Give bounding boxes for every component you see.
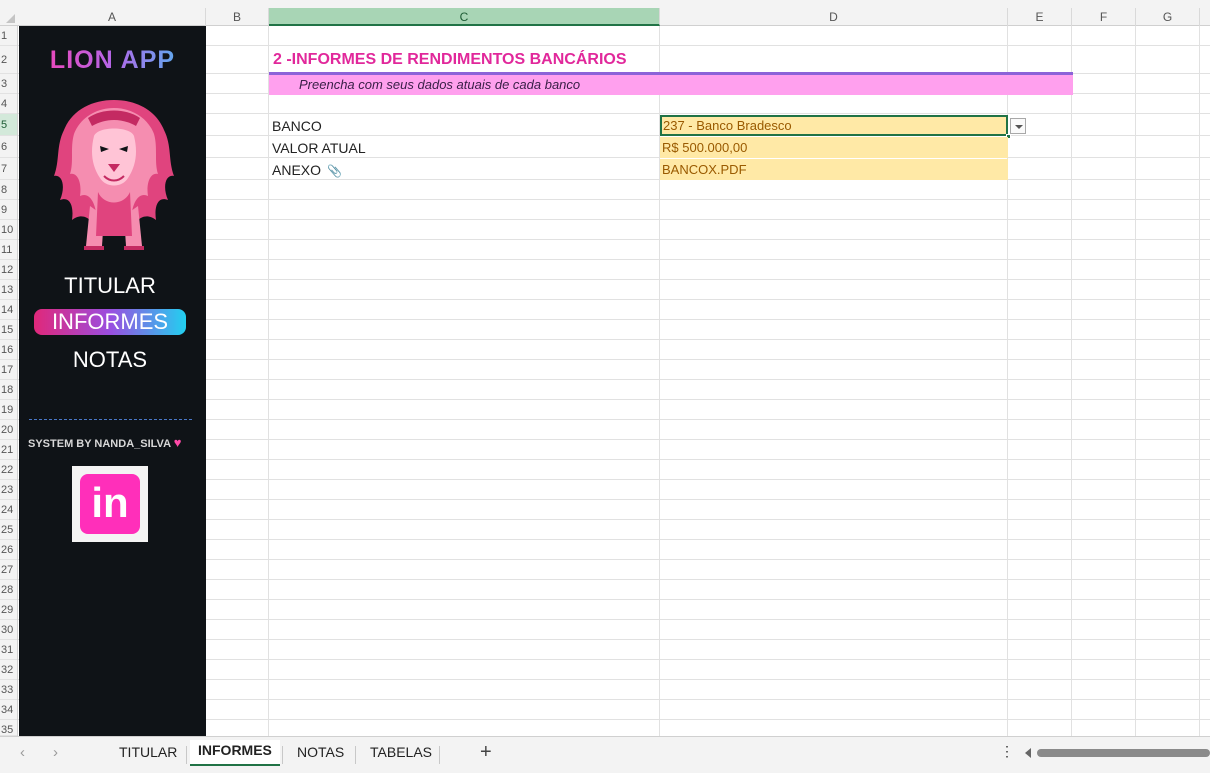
nav-item-titular[interactable]: TITULAR — [34, 273, 186, 299]
chevron-left-icon[interactable]: ‹ — [20, 744, 25, 761]
field-label-anexo: ANEXO 📎 — [272, 162, 342, 178]
row-header[interactable]: 35 — [0, 720, 17, 736]
row-header[interactable]: 25 — [0, 520, 17, 540]
row-header[interactable]: 34 — [0, 700, 17, 720]
row-header[interactable]: 3 — [0, 74, 17, 94]
scroll-left-icon[interactable] — [1025, 748, 1031, 758]
row-header[interactable]: 7 — [0, 158, 17, 180]
select-all-corner[interactable] — [0, 8, 18, 26]
chevron-right-icon[interactable]: › — [53, 744, 58, 761]
row-header[interactable]: 15 — [0, 320, 17, 340]
row-header[interactable]: 28 — [0, 580, 17, 600]
row-header[interactable]: 14 — [0, 300, 17, 320]
sheet-tab-bar: ‹ › TITULAR INFORMES NOTAS TABELAS + ⋮ — [0, 736, 1210, 773]
row-header[interactable]: 6 — [0, 136, 17, 158]
row-header[interactable]: 16 — [0, 340, 17, 360]
divider — [29, 419, 192, 420]
column-header-d[interactable]: D — [660, 8, 1008, 26]
column-header-c[interactable]: C — [269, 8, 660, 26]
row-header[interactable]: 31 — [0, 640, 17, 660]
row-header[interactable]: 18 — [0, 380, 17, 400]
row-header[interactable]: 1 — [0, 26, 17, 46]
row-header[interactable]: 24 — [0, 500, 17, 520]
field-label-valor: VALOR ATUAL — [272, 140, 366, 156]
nav-item-notas[interactable]: NOTAS — [34, 347, 186, 373]
row-header[interactable]: 22 — [0, 460, 17, 480]
more-options-icon[interactable]: ⋮ — [1000, 743, 1014, 760]
column-header-a[interactable]: A — [19, 8, 206, 26]
row-header[interactable]: 32 — [0, 660, 17, 680]
app-title: LION APP — [19, 46, 206, 75]
lion-logo-icon — [54, 100, 174, 250]
tab-separator — [186, 746, 187, 764]
spreadsheet-window: A B C D E F G 1 2 3 4 5 6 7 8 9 10 11 12… — [0, 0, 1210, 773]
sheet-tab-titular[interactable]: TITULAR — [119, 744, 177, 760]
row-header[interactable]: 17 — [0, 360, 17, 380]
row-header[interactable]: 23 — [0, 480, 17, 500]
field-label-banco: BANCO — [272, 118, 322, 134]
column-header-bar: A B C D E F G — [0, 8, 1210, 26]
row-header[interactable]: 4 — [0, 94, 17, 114]
column-header-b[interactable]: B — [206, 8, 269, 26]
row-header[interactable]: 21 — [0, 440, 17, 460]
credit-line: SYSTEM BY NANDA_SILVA ♥ — [28, 435, 181, 450]
attachment-cell[interactable]: BANCOX.PDF — [660, 159, 1008, 180]
sheet-tab-notas[interactable]: NOTAS — [297, 744, 344, 760]
column-header-f[interactable]: F — [1072, 8, 1136, 26]
nav-item-informes[interactable]: INFORMES — [34, 309, 186, 335]
linkedin-button[interactable]: in — [72, 466, 148, 542]
row-header[interactable]: 19 — [0, 400, 17, 420]
value-cell[interactable]: R$ 500.000,00 — [660, 137, 1008, 158]
row-header-bar: 1 2 3 4 5 6 7 8 9 10 11 12 13 14 15 16 1… — [0, 26, 18, 736]
heart-icon: ♥ — [173, 435, 182, 450]
row-header[interactable]: 11 — [0, 240, 17, 260]
row-header[interactable]: 8 — [0, 180, 17, 200]
row-header[interactable]: 13 — [0, 280, 17, 300]
row-header[interactable]: 30 — [0, 620, 17, 640]
credit-text: SYSTEM BY NANDA_SILVA — [28, 438, 171, 450]
row-header[interactable]: 5 — [0, 114, 17, 136]
horizontal-scrollbar[interactable] — [1037, 749, 1210, 757]
bank-select-cell[interactable]: 237 - Banco Bradesco — [660, 115, 1008, 136]
row-header[interactable]: 20 — [0, 420, 17, 440]
page-title: 2 -INFORMES DE RENDIMENTOS BANCÁRIOS — [273, 51, 627, 68]
row-header[interactable]: 2 — [0, 46, 17, 74]
linkedin-icon: in — [80, 474, 140, 534]
tab-separator — [355, 746, 356, 764]
top-strip — [0, 0, 1210, 8]
sidebar-panel: LION APP TITULAR INFORMES NOTAS SYSTEM B — [19, 26, 206, 736]
tab-separator — [439, 746, 440, 764]
row-header[interactable]: 29 — [0, 600, 17, 620]
sheet-tab-tabelas[interactable]: TABELAS — [370, 744, 432, 760]
row-header[interactable]: 9 — [0, 200, 17, 220]
row-header[interactable]: 26 — [0, 540, 17, 560]
column-header-e[interactable]: E — [1008, 8, 1072, 26]
sheet-tab-informes[interactable]: INFORMES — [190, 740, 280, 766]
row-header[interactable]: 33 — [0, 680, 17, 700]
field-label-valor-text: VALOR ATUAL — [272, 140, 366, 156]
column-header-g[interactable]: G — [1136, 8, 1200, 26]
subtitle-bar: Preencha com seus dados atuais de cada b… — [269, 75, 1073, 95]
row-header[interactable]: 10 — [0, 220, 17, 240]
tab-separator — [282, 746, 283, 764]
dropdown-arrow-icon[interactable] — [1010, 118, 1026, 134]
add-sheet-button[interactable]: + — [480, 741, 492, 764]
subtitle-text: Preencha com seus dados atuais de cada b… — [299, 77, 581, 92]
field-label-anexo-text: ANEXO — [272, 162, 322, 178]
row-header[interactable]: 12 — [0, 260, 17, 280]
row-header[interactable]: 27 — [0, 560, 17, 580]
paperclip-icon: 📎 — [327, 164, 342, 178]
